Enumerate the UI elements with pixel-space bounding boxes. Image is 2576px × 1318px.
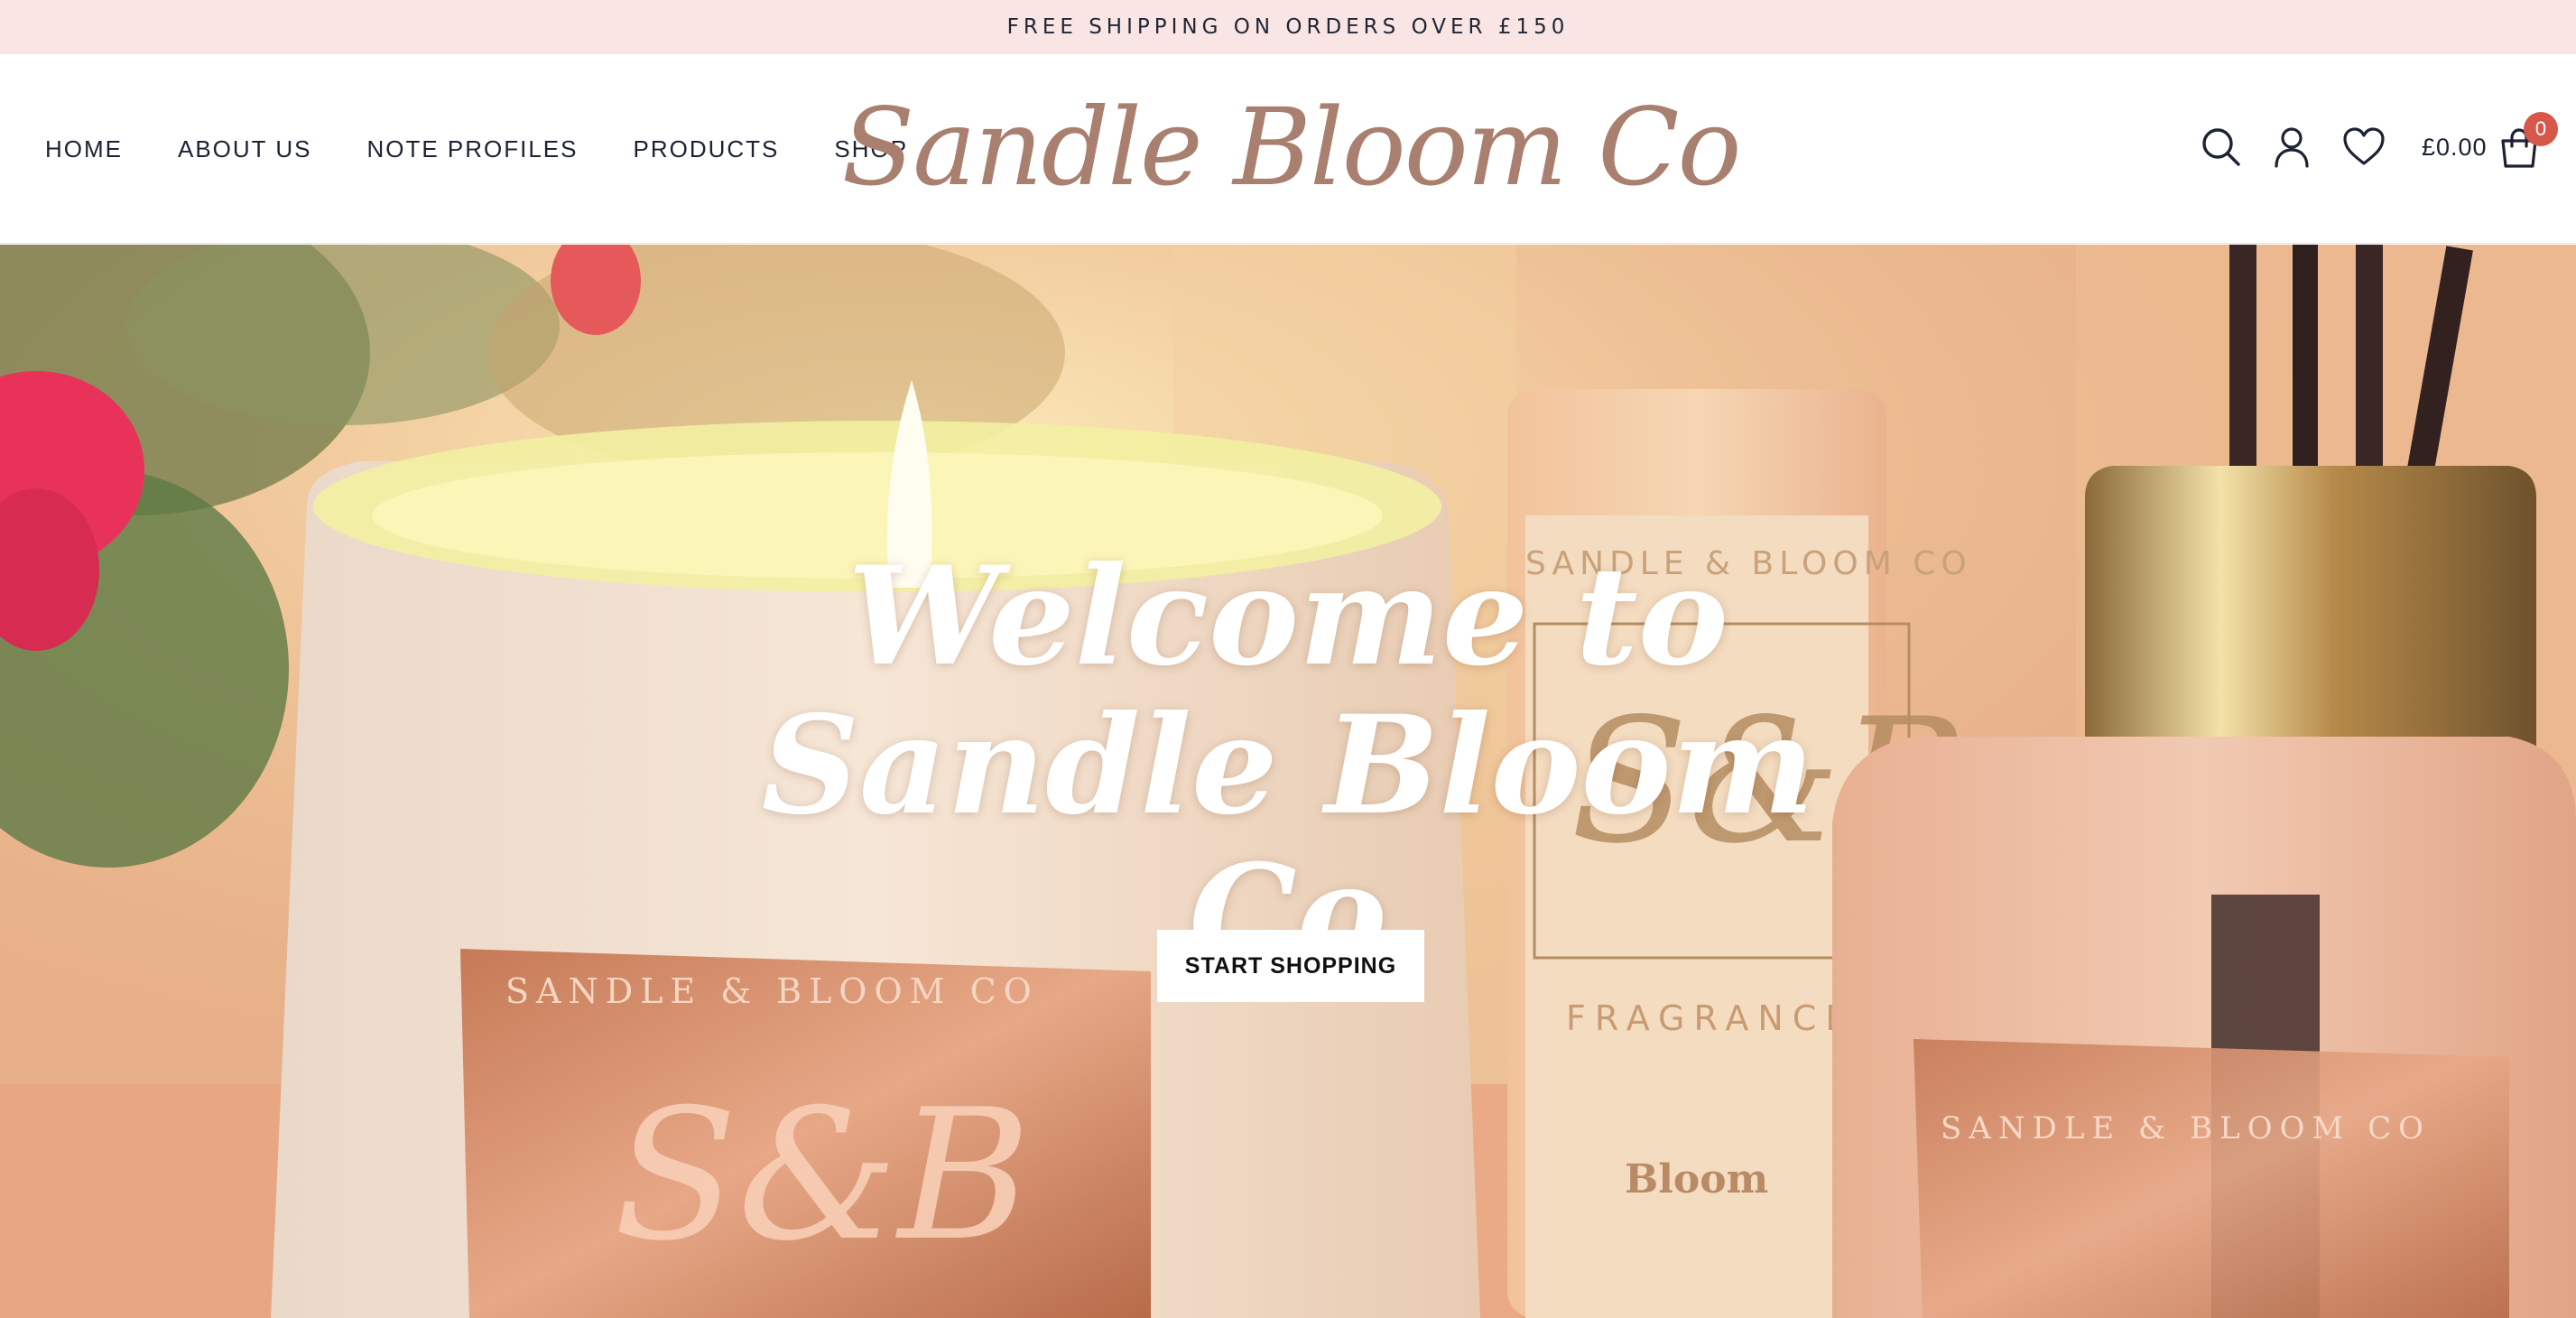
hero-banner: SANDLE & BLOOM CO S&B SANDLE & BLOOM CO … <box>0 245 2576 1318</box>
nav-item-about-us[interactable]: ABOUT US <box>178 135 311 163</box>
left-label-monogram: S&B <box>614 1071 1031 1281</box>
hero-title: Welcome to Sandle Bloom Co <box>746 543 1830 989</box>
nav-item-products[interactable]: PRODUCTS <box>633 135 779 163</box>
heart-icon[interactable] <box>2341 125 2386 170</box>
site-logo[interactable]: Sandle Bloom Co <box>841 79 1741 215</box>
search-icon[interactable] <box>2199 125 2244 170</box>
middle-label-fragrance: FRAGRANCE <box>1566 998 1856 1038</box>
main-nav: HOME ABOUT US NOTE PROFILES PRODUCTS SHO… <box>45 54 963 244</box>
hero-title-line1: Welcome to <box>848 537 1728 696</box>
cart-count-badge: 0 <box>2524 112 2558 146</box>
start-shopping-button[interactable]: START SHOPPING <box>1157 930 1424 1002</box>
user-icon[interactable] <box>2269 125 2314 170</box>
middle-label-product: Bloom <box>1625 1156 1768 1202</box>
announcement-text: FREE SHIPPING ON ORDERS OVER £150 <box>1006 15 1570 39</box>
announcement-bar: FREE SHIPPING ON ORDERS OVER £150 <box>0 0 2576 54</box>
site-header: HOME ABOUT US NOTE PROFILES PRODUCTS SHO… <box>0 54 2576 244</box>
right-label-text: SANDLE & BLOOM CO <box>1941 1110 2431 1146</box>
nav-item-note-profiles[interactable]: NOTE PROFILES <box>366 135 578 163</box>
cart-total[interactable]: £0.00 <box>2422 134 2488 162</box>
nav-item-home[interactable]: HOME <box>45 135 123 163</box>
header-actions: £0.00 0 <box>2179 54 2576 244</box>
